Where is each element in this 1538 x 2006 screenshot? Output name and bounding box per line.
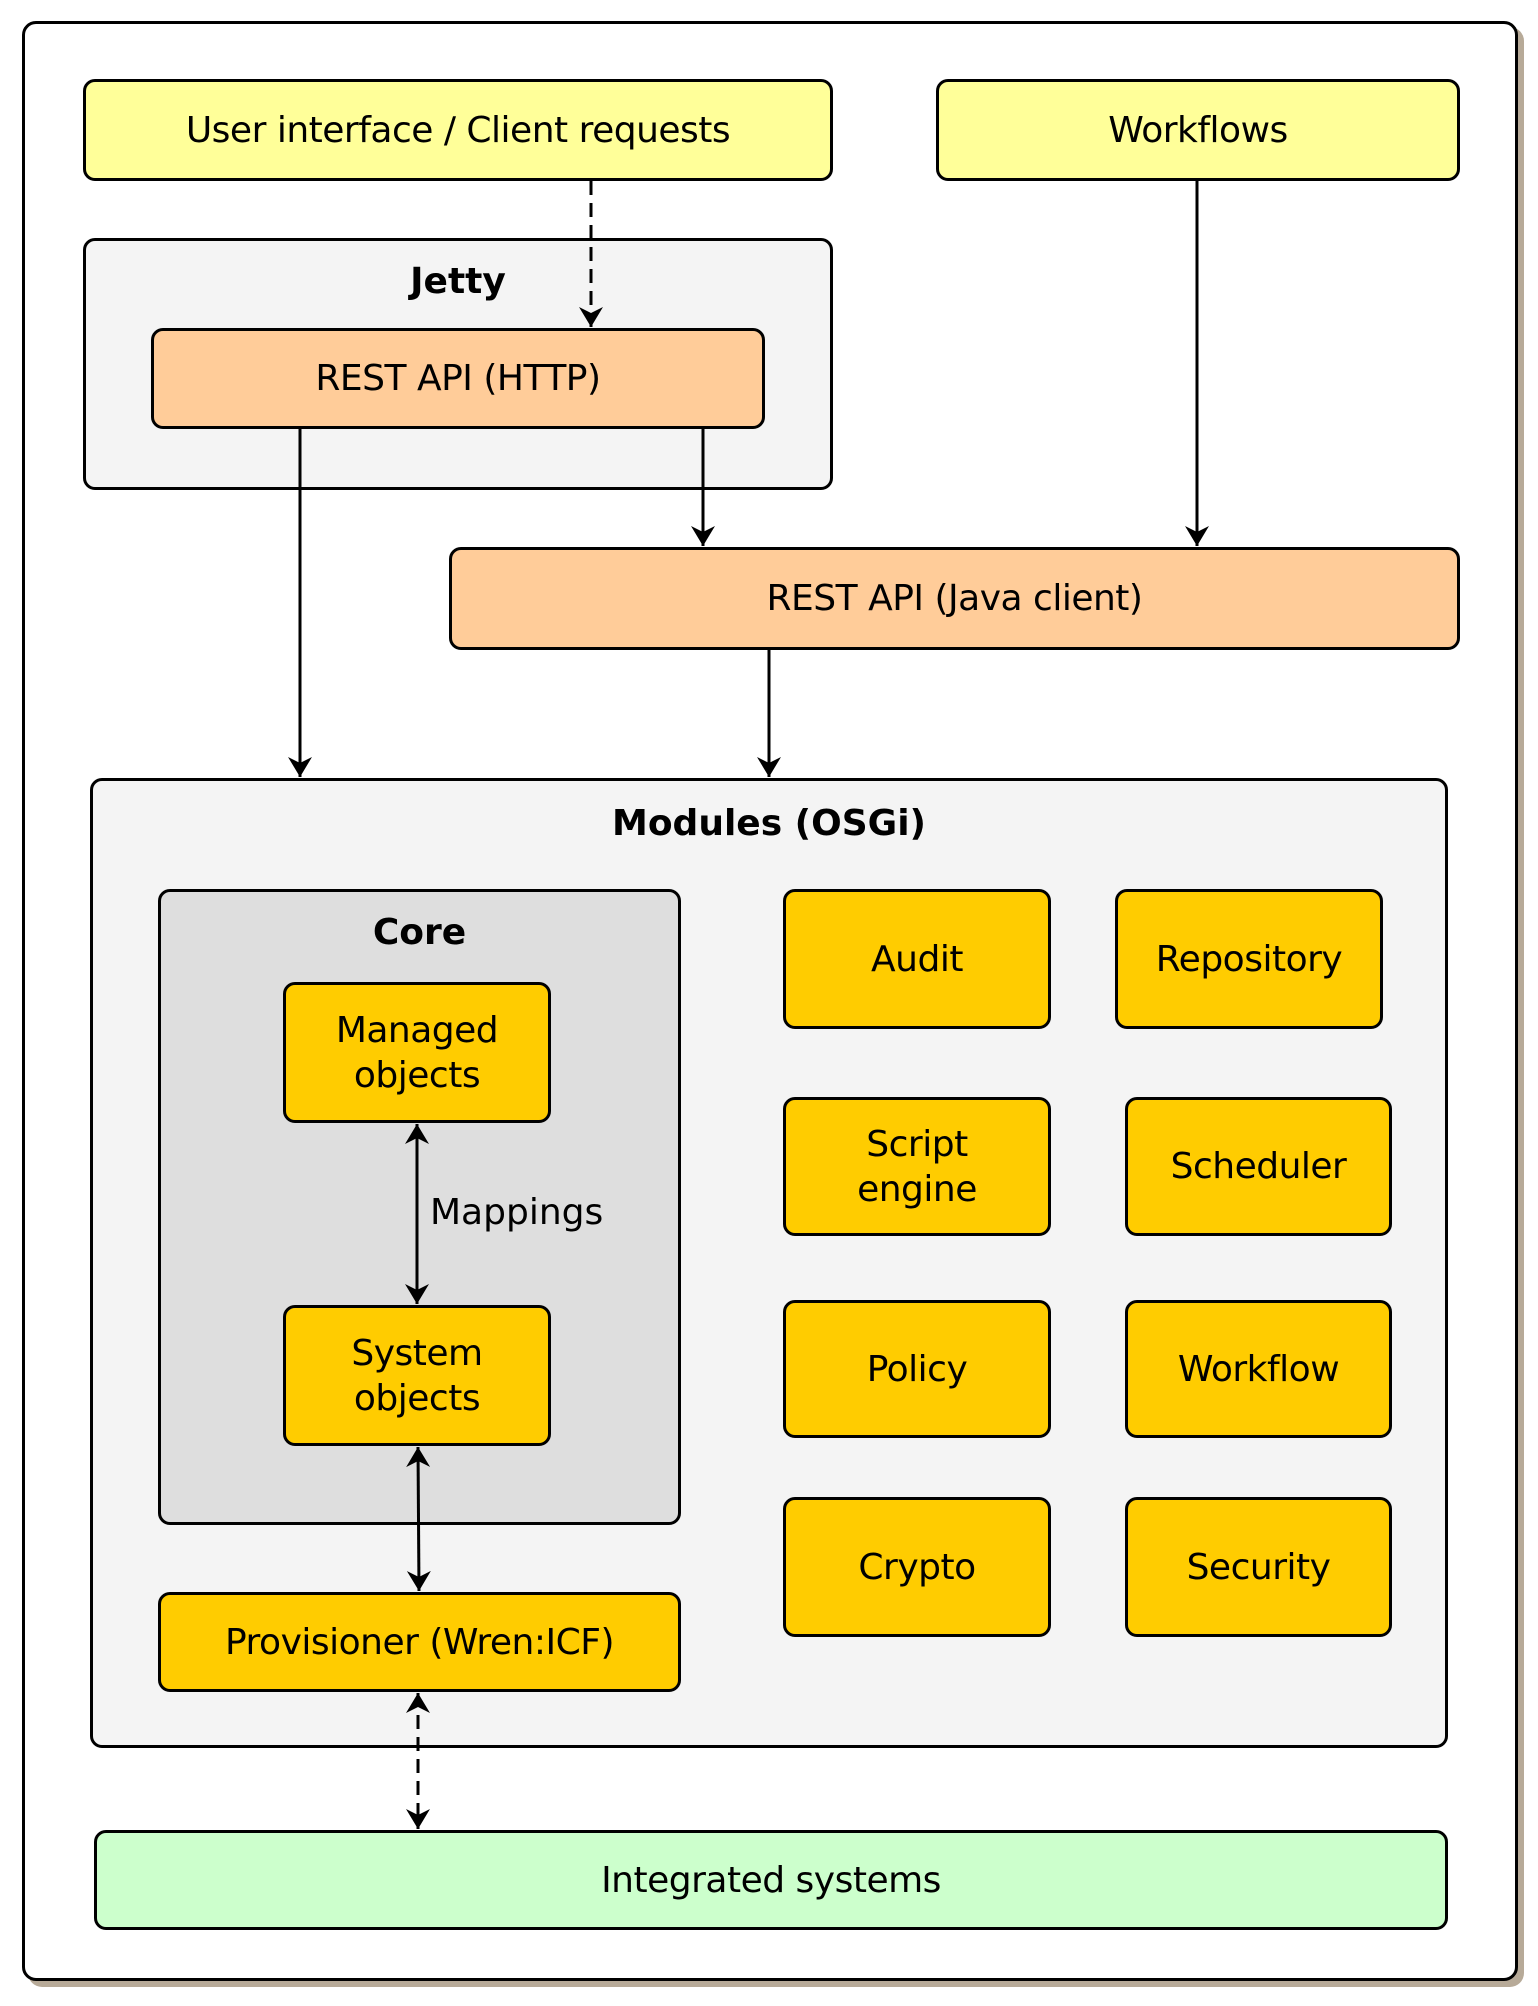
connectors xyxy=(288,181,1209,1829)
arrow-system-to-provisioner xyxy=(406,1446,431,1592)
